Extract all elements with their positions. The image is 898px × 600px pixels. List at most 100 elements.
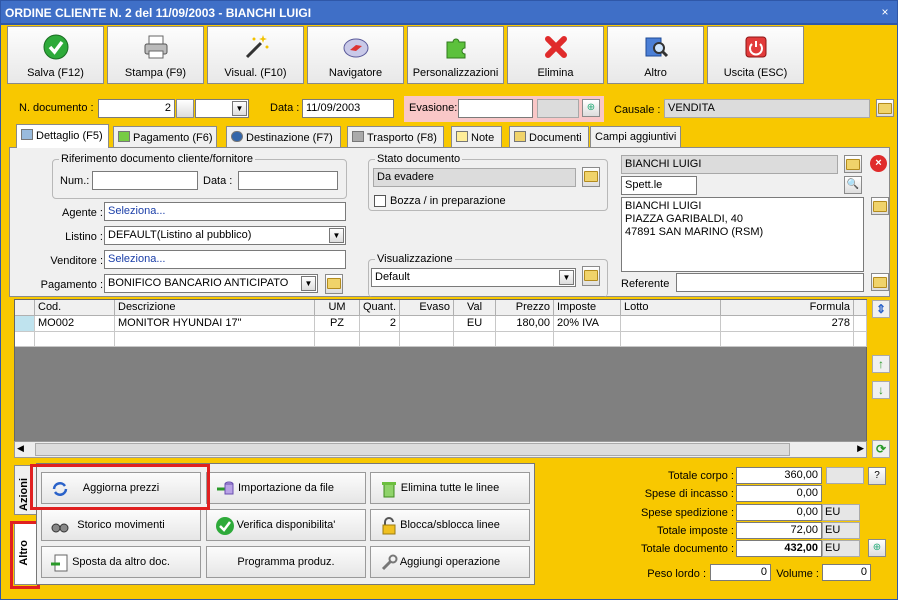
table-cell[interactable]	[315, 332, 360, 347]
blocca-linee-button[interactable]: Blocca/sblocca linee	[370, 509, 530, 541]
doc-number-field[interactable]: 2	[98, 99, 175, 118]
col-val[interactable]: Val	[454, 300, 496, 316]
importazione-button[interactable]: Importazione da file	[206, 472, 366, 504]
scroll-left-icon[interactable]: ◀	[17, 443, 24, 454]
col-formula[interactable]: Formula	[721, 300, 854, 316]
col-descrizione[interactable]: Descrizione	[115, 300, 315, 316]
chevron-down-icon[interactable]: ▼	[301, 276, 316, 291]
move-up-icon[interactable]: ↑	[872, 355, 890, 373]
table-cell[interactable]: PZ	[315, 316, 360, 332]
tab-note[interactable]: Note	[451, 126, 502, 147]
customize-button[interactable]: Personalizzazioni	[407, 26, 504, 84]
move-down-icon[interactable]: ↓	[872, 381, 890, 399]
view-folder-button[interactable]	[582, 266, 600, 286]
save-button[interactable]: Salva (F12)	[7, 26, 104, 84]
clear-customer-icon[interactable]: ×	[870, 155, 887, 172]
table-cell[interactable]	[621, 316, 721, 332]
horizontal-scrollbar[interactable]: ◀ ▶	[14, 441, 867, 458]
table-cell[interactable]: 2	[360, 316, 400, 332]
tab-documenti[interactable]: Documenti	[509, 126, 589, 147]
col-lotto[interactable]: Lotto	[621, 300, 721, 316]
tab-trasporto[interactable]: Trasporto (F8)	[347, 126, 444, 147]
table-cell[interactable]: 278	[721, 316, 854, 332]
ref-number-field[interactable]	[92, 171, 198, 190]
spese-incasso-value[interactable]: 0,00	[736, 485, 822, 502]
refresh-lines-icon[interactable]: ⟳	[872, 440, 890, 458]
volume-value[interactable]: 0	[822, 564, 871, 581]
table-cell[interactable]	[721, 332, 854, 347]
table-cell[interactable]	[454, 332, 496, 347]
salutation-field[interactable]: Spett.le	[621, 176, 697, 195]
doc-series-select[interactable]: ▼	[195, 99, 249, 118]
spese-spedizione-value[interactable]: 0,00	[736, 504, 822, 521]
scroll-right-icon[interactable]: ▶	[857, 443, 864, 454]
evasione-field[interactable]	[458, 99, 533, 118]
delete-button[interactable]: Elimina	[507, 26, 604, 84]
pagamento-folder-button[interactable]	[325, 274, 343, 294]
close-icon[interactable]: ×	[878, 5, 892, 19]
col-quant[interactable]: Quant.	[360, 300, 400, 316]
doc-number-spin[interactable]	[176, 99, 194, 118]
col-um[interactable]: UM	[315, 300, 360, 316]
agente-select[interactable]: Seleziona...	[104, 202, 346, 221]
referente-field[interactable]	[676, 273, 864, 292]
ref-date-field[interactable]	[238, 171, 338, 190]
view-select[interactable]: Default ▼	[371, 268, 576, 287]
bozza-checkbox[interactable]	[374, 195, 386, 207]
tab-destinazione[interactable]: Destinazione (F7)	[226, 126, 341, 147]
status-folder-button[interactable]	[582, 167, 600, 187]
more-button[interactable]: Altro	[607, 26, 704, 84]
zoom-icon[interactable]: ⊕	[868, 539, 886, 557]
table-cell[interactable]: 20% IVA	[554, 316, 621, 332]
folder-icon[interactable]	[876, 99, 894, 117]
venditore-select[interactable]: Seleziona...	[104, 250, 346, 269]
sposta-doc-button[interactable]: Sposta da altro doc.	[41, 546, 201, 578]
programma-produzione-button[interactable]: Programma produz.	[206, 546, 366, 578]
navigator-button[interactable]: Navigatore	[307, 26, 404, 84]
col-prezzo[interactable]: Prezzo	[496, 300, 554, 316]
table-cell[interactable]	[115, 332, 315, 347]
table-cell[interactable]: EU	[454, 316, 496, 332]
row-indicator[interactable]	[15, 316, 35, 332]
pagamento-select[interactable]: BONIFICO BANCARIO ANTICIPATO ▼	[104, 274, 318, 293]
listino-select[interactable]: DEFAULT(Listino al pubblico) ▼	[104, 226, 346, 245]
zoom-icon[interactable]: ⊕	[582, 99, 600, 117]
search-customer-icon[interactable]: 🔍	[844, 176, 862, 194]
scroll-thumb[interactable]	[35, 443, 790, 456]
print-button[interactable]: Stampa (F9)	[107, 26, 204, 84]
tab-dettaglio[interactable]: Dettaglio (F5)	[16, 124, 109, 148]
verifica-disponibilita-button[interactable]: Verifica disponibilita'	[206, 509, 366, 541]
lines-grid[interactable]: Cod. Descrizione UM Quant. Evaso Val Pre…	[14, 299, 867, 442]
customer-address-box[interactable]: BIANCHI LUIGI PIAZZA GARIBALDI, 40 47891…	[621, 197, 864, 272]
exit-button[interactable]: Uscita (ESC)	[707, 26, 804, 84]
table-cell[interactable]	[621, 332, 721, 347]
table-cell[interactable]	[496, 332, 554, 347]
preview-button[interactable]: Visual. (F10)	[207, 26, 304, 84]
peso-lordo-value[interactable]: 0	[710, 564, 771, 581]
date-field[interactable]: 11/09/2003	[302, 99, 394, 118]
tab-campi-aggiuntivi[interactable]: Campi aggiuntivi	[590, 126, 681, 147]
table-cell[interactable]	[15, 332, 35, 347]
col-cod[interactable]: Cod.	[35, 300, 115, 316]
tab-pagamento[interactable]: Pagamento (F6)	[113, 126, 217, 147]
table-cell[interactable]	[35, 332, 115, 347]
help-button[interactable]: ?	[868, 467, 886, 485]
storico-movimenti-button[interactable]: Storico movimenti	[41, 509, 201, 541]
move-vertical-icon[interactable]: ⇕	[872, 300, 890, 318]
table-cell[interactable]: MO002	[35, 316, 115, 332]
aggiungi-operazione-button[interactable]: Aggiungi operazione	[370, 546, 530, 578]
table-cell[interactable]	[360, 332, 400, 347]
table-cell[interactable]	[400, 332, 454, 347]
elimina-linee-button[interactable]: Elimina tutte le linee	[370, 472, 530, 504]
table-cell[interactable]	[554, 332, 621, 347]
table-cell[interactable]	[400, 316, 454, 332]
col-imposte[interactable]: Imposte	[554, 300, 621, 316]
chevron-down-icon[interactable]: ▼	[329, 228, 344, 243]
referente-folder-button[interactable]	[871, 273, 889, 291]
table-cell[interactable]: MONITOR HYUNDAI 17"	[115, 316, 315, 332]
customer-folder-button[interactable]	[844, 155, 862, 173]
col-evaso[interactable]: Evaso	[400, 300, 454, 316]
chevron-down-icon[interactable]: ▼	[559, 270, 574, 285]
address-folder-button[interactable]	[871, 197, 889, 215]
table-cell[interactable]: 180,00	[496, 316, 554, 332]
